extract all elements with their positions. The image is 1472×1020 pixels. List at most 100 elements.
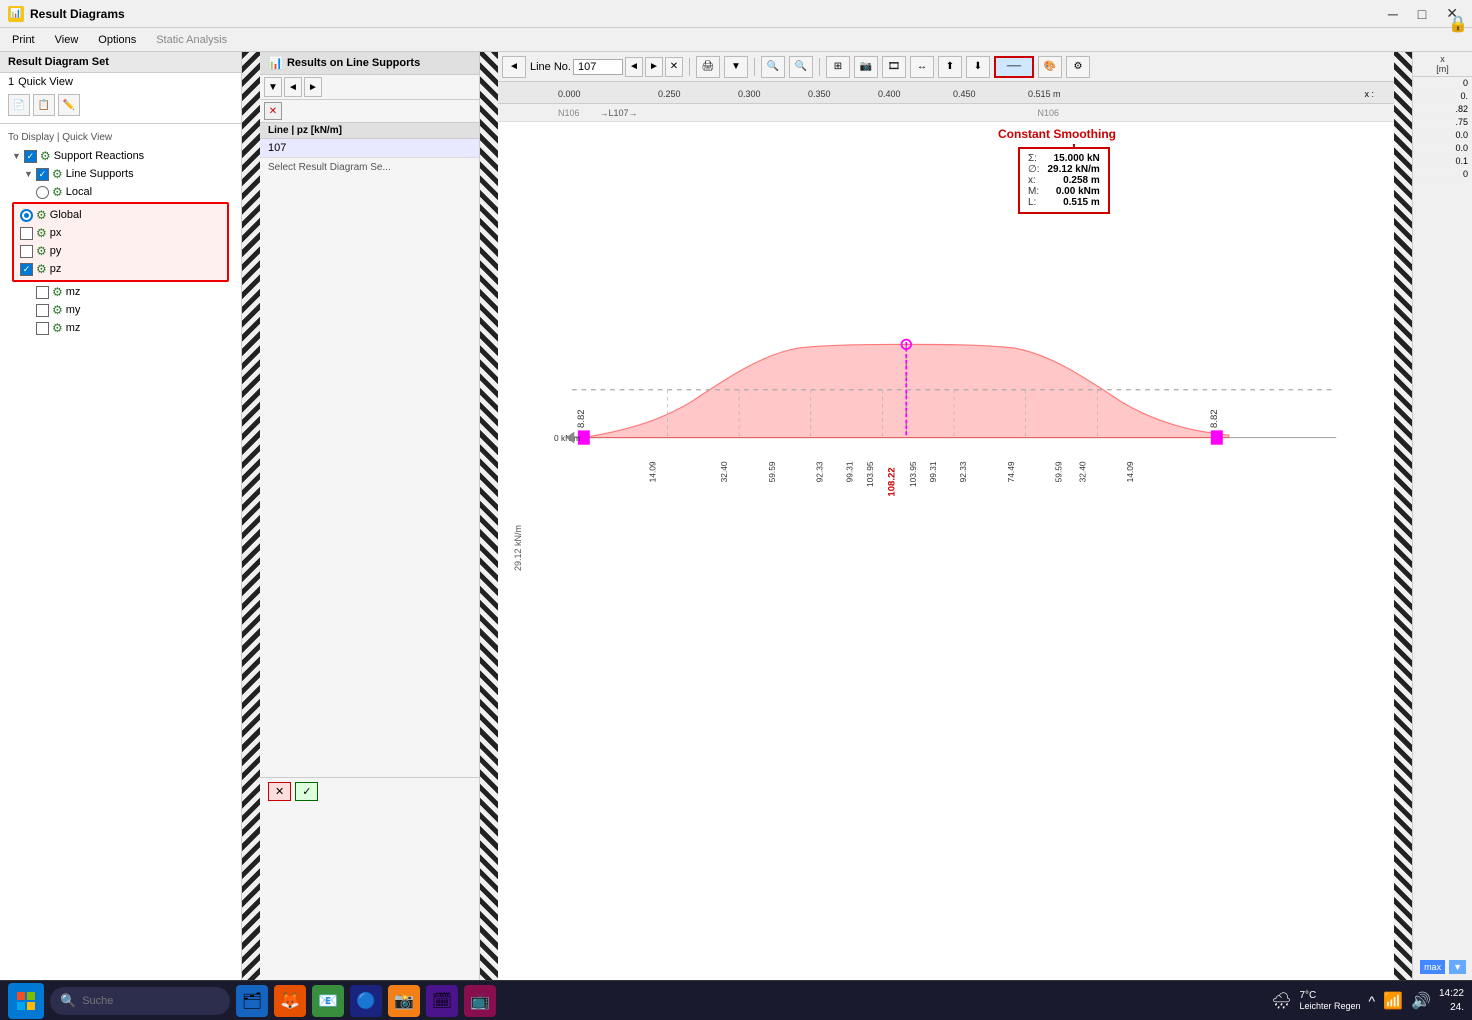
mz2-icon: ⚙: [52, 321, 63, 335]
rval-2: .82: [1413, 103, 1472, 116]
zigzag-right: [1394, 52, 1412, 980]
line-nav-x[interactable]: ✕: [665, 57, 683, 77]
ruler-0: 0.000: [558, 89, 581, 99]
taskbar-search[interactable]: 🔍: [50, 987, 230, 1015]
tooltip-m-value: 0.00 kNm: [1056, 186, 1100, 197]
line-item[interactable]: 107: [260, 139, 479, 158]
tree-support-reactions[interactable]: ▼ ⚙ Support Reactions: [8, 147, 233, 165]
scale-down-btn[interactable]: ⬇: [966, 56, 990, 78]
line-nav-right[interactable]: ►: [645, 57, 663, 77]
divider-1: [0, 123, 241, 124]
copy-button[interactable]: 📋: [33, 94, 55, 116]
toolbar-back-btn[interactable]: ◄: [502, 56, 526, 78]
tree-py[interactable]: ⚙ py: [16, 242, 225, 260]
val-99-31-r: 99.31: [928, 461, 938, 482]
tree-my[interactable]: ⚙ my: [8, 301, 233, 319]
max-button[interactable]: max: [1420, 960, 1445, 974]
n106-right-label: N106: [1038, 108, 1060, 118]
nav-prev-btn[interactable]: ◄: [284, 77, 302, 97]
delete-results-btn[interactable]: ✕: [268, 782, 291, 801]
tree-pz[interactable]: ⚙ pz: [16, 260, 225, 278]
my-checkbox[interactable]: [36, 304, 49, 317]
l107-label: →L107→: [600, 108, 638, 118]
y-axis-label: 29.12 kN/m: [513, 531, 523, 571]
print-options-btn[interactable]: ▼: [724, 56, 748, 78]
n106-left-label: N106: [558, 108, 580, 118]
taskbar-app-6[interactable]: 🗓: [426, 985, 458, 1017]
ruler: 0.000 0.250 0.300 0.350 0.400 0.450 0.51…: [498, 82, 1394, 104]
line-nav-left[interactable]: ◄: [625, 57, 643, 77]
pz-checkbox[interactable]: [20, 263, 33, 276]
color-btn[interactable]: 🎨: [1038, 56, 1062, 78]
tree-global[interactable]: ⚙ Global: [16, 206, 225, 224]
move-btn[interactable]: ↔: [910, 56, 934, 78]
tree-mz2[interactable]: ⚙ mz: [8, 319, 233, 337]
line-supports-checkbox[interactable]: [36, 168, 49, 181]
mz2-checkbox[interactable]: [36, 322, 49, 335]
menu-view[interactable]: View: [51, 32, 83, 48]
val-59-59-l: 59.59: [767, 461, 777, 482]
camera2-btn[interactable]: 🎞: [882, 56, 906, 78]
edit-button[interactable]: ✏️: [58, 94, 80, 116]
network-icon[interactable]: 📶: [1383, 991, 1403, 1011]
ruler-450: 0.450: [953, 89, 976, 99]
mz-icon: ⚙: [52, 285, 63, 299]
middle-panel: 📊 Results on Line Supports ▼ ◄ ► ✕ Line …: [260, 52, 480, 980]
new-button[interactable]: 📄: [8, 94, 30, 116]
chevron-up-icon[interactable]: ^: [1369, 993, 1376, 1009]
val-103-95-r: 103.95: [908, 461, 918, 487]
tree-mz[interactable]: ⚙ mz: [8, 283, 233, 301]
diagram-area: ◄ Line No. ◄ ► ✕ 🖨 ▼ 🔍 🔍 ⊞ 📷 🎞 ↔ ⬆ ⬇ ──: [498, 52, 1394, 980]
minimize-button[interactable]: ─: [1382, 3, 1404, 24]
taskbar-app-3[interactable]: 📧: [312, 985, 344, 1017]
taskbar-app-4[interactable]: 🔵: [350, 985, 382, 1017]
confirm-btn[interactable]: ✓: [295, 782, 318, 801]
py-checkbox[interactable]: [20, 245, 33, 258]
zoom-in-btn[interactable]: 🔍: [789, 56, 813, 78]
line-no-input[interactable]: [573, 59, 623, 75]
val-59-59-r: 59.59: [1054, 461, 1064, 482]
middle-close-btn[interactable]: ✕: [264, 102, 282, 120]
lock-icon[interactable]: 🔒: [1444, 10, 1472, 38]
my-label: my: [66, 304, 81, 316]
max-button-2[interactable]: ▼: [1449, 960, 1466, 974]
nav-next-btn[interactable]: ►: [304, 77, 322, 97]
tree-local[interactable]: ⚙ Local: [8, 183, 233, 201]
tree-line-supports[interactable]: ▼ ⚙ Line Supports: [8, 165, 233, 183]
line-no-combo: Line No. ◄ ► ✕: [530, 57, 683, 77]
taskbar-app-1[interactable]: 🗂: [236, 985, 268, 1017]
px-checkbox[interactable]: [20, 227, 33, 240]
taskbar-app-2[interactable]: 🦊: [274, 985, 306, 1017]
local-radio[interactable]: [36, 186, 49, 199]
val-99-31-l: 99.31: [845, 461, 855, 482]
val-32-40-l: 32.40: [719, 461, 729, 482]
smoothing-btn[interactable]: ──: [994, 56, 1034, 78]
settings-btn[interactable]: ⚙: [1066, 56, 1090, 78]
sep-3: [819, 58, 820, 76]
global-radio[interactable]: [20, 209, 33, 222]
zoom-out-btn[interactable]: 🔍: [761, 56, 785, 78]
maximize-button[interactable]: □: [1412, 3, 1432, 24]
windows-logo: [17, 992, 35, 1010]
speaker-icon[interactable]: 🔊: [1411, 991, 1431, 1011]
taskbar-app-7[interactable]: 📺: [464, 985, 496, 1017]
scale-up-btn[interactable]: ⬆: [938, 56, 962, 78]
taskbar-app-5[interactable]: 📸: [388, 985, 420, 1017]
nav-down-btn[interactable]: ▼: [264, 77, 282, 97]
print-btn[interactable]: 🖨: [696, 56, 720, 78]
menu-print[interactable]: Print: [8, 32, 39, 48]
tree-px[interactable]: ⚙ px: [16, 224, 225, 242]
tooltip-m-label: M:: [1028, 186, 1039, 197]
support-reactions-checkbox[interactable]: [24, 150, 37, 163]
mz2-label: mz: [66, 322, 81, 334]
mz-checkbox[interactable]: [36, 286, 49, 299]
sidebar-toolbar: 📄 📋 ✏️: [0, 91, 241, 119]
search-input[interactable]: [82, 995, 202, 1007]
sep-1: [689, 58, 690, 76]
right-header-x: x: [1417, 54, 1468, 64]
menu-options[interactable]: Options: [94, 32, 140, 48]
fit-btn[interactable]: ⊞: [826, 56, 850, 78]
camera-btn[interactable]: 📷: [854, 56, 878, 78]
tooltip-row-sigma: Σ: 15.000 kN: [1028, 153, 1100, 164]
start-button[interactable]: [8, 983, 44, 1019]
